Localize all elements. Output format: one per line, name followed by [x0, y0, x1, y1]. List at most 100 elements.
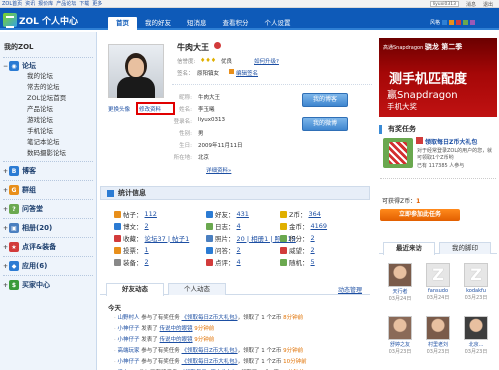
topbar-link-home[interactable]: ZOL首页 — [2, 0, 22, 7]
stat-value[interactable]: 2 — [311, 234, 315, 242]
sidebar-item-notebook-forum[interactable]: 笔记本论坛 — [0, 137, 96, 148]
task-link[interactable]: 领取每日Z币大礼包 — [425, 137, 477, 146]
visitor-card[interactable]: fansudo03月24日 — [426, 263, 450, 301]
my-blog-button[interactable]: 我的博客 — [302, 93, 348, 107]
visitor-name[interactable]: 村里老刘 — [426, 341, 450, 348]
visitor-name[interactable]: 北京... — [464, 341, 488, 348]
sidebar-section-forum[interactable]: − ◉ 论坛 — [0, 61, 96, 71]
stat-value[interactable]: 4 — [237, 222, 241, 230]
visitor-name[interactable]: 舒婷之友 — [388, 341, 412, 348]
feed-target-link[interactable]: 《领取每日Z币大礼包》 — [182, 348, 238, 354]
sidebar-section-album[interactable]: + ▣ 相册(20) — [0, 221, 96, 235]
more-profile-link[interactable]: 详细资料» — [206, 166, 231, 174]
topbar-username[interactable]: liyuxi0313 — [429, 1, 459, 7]
style-swatch-green[interactable] — [463, 20, 469, 25]
expand-icon[interactable]: + — [3, 206, 8, 213]
sidebar-section-qa[interactable]: + ? 问答堂 — [0, 202, 96, 216]
visitor-avatar[interactable] — [388, 316, 412, 340]
sidebar-section-group[interactable]: + G 群组 — [0, 183, 96, 197]
tab-recent-visitors[interactable]: 最近来访 — [383, 242, 435, 255]
stat-value[interactable]: 2 — [237, 246, 241, 254]
feed-target-link[interactable]: 《领取每日Z币大礼包》 — [182, 359, 238, 365]
visitor-avatar[interactable] — [426, 316, 450, 340]
feed-target-link[interactable]: 传说中的眼镜 — [160, 337, 193, 343]
style-swatch-purple[interactable] — [470, 20, 476, 25]
sidebar-item-product-forum[interactable]: 产品论坛 — [0, 104, 96, 115]
visitor-name[interactable]: 天行者 — [388, 288, 412, 295]
sidebar-section-blog[interactable]: + B 博客 — [0, 164, 96, 178]
stat-value[interactable]: 2 — [311, 246, 315, 254]
credit-label: 信誉度: — [177, 59, 196, 65]
visitor-card[interactable]: 天行者 03月24日 — [388, 263, 412, 302]
expand-icon[interactable]: + — [3, 168, 8, 175]
stat-value[interactable]: 4169 — [311, 222, 328, 230]
expand-icon[interactable]: + — [3, 282, 8, 289]
tab-friend-feed[interactable]: 好友动态 — [106, 283, 164, 296]
sidebar-item-phone-forum[interactable]: 手机论坛 — [0, 126, 96, 137]
stat-value[interactable]: 5 — [311, 258, 315, 266]
nav-settings[interactable]: 个人设置 — [257, 17, 299, 30]
change-avatar-link[interactable]: 更换头像 — [108, 105, 130, 113]
sidebar-item-forum-home[interactable]: ZOL论坛首页 — [0, 93, 96, 104]
feed-settings-link[interactable]: 动态管理 — [338, 285, 362, 294]
topbar-link-more[interactable]: 更多 — [92, 0, 102, 7]
feed-user-link[interactable]: 小神仔子 — [118, 326, 140, 332]
default-avatar-icon[interactable] — [426, 263, 450, 287]
stat-value[interactable]: 364 — [308, 210, 320, 218]
visitor-card[interactable]: 北京... 03月23日 — [464, 316, 488, 355]
stat-value[interactable]: 431 — [237, 210, 249, 218]
join-task-button[interactable]: 立即参加此任务 — [380, 209, 460, 221]
expand-icon[interactable]: + — [3, 244, 8, 251]
stat-value[interactable]: 112 — [145, 210, 157, 218]
sidebar-section-apps[interactable]: + ◆ 应用(6) — [0, 259, 96, 273]
sidebar-item-frequent-forum[interactable]: 常去的论坛 — [0, 82, 96, 93]
style-swatch-orange[interactable] — [449, 20, 455, 25]
nav-points[interactable]: 查看积分 — [215, 17, 257, 30]
edit-sign-link[interactable]: 编辑签名 — [236, 69, 258, 77]
stat-value[interactable]: 论坛37 | 帖子1 — [145, 233, 190, 243]
zol-logo[interactable]: ZOL 个人中心 — [3, 12, 78, 28]
feed-user-link[interactable]: 高端玩家 — [118, 348, 140, 354]
feed-target-link[interactable]: 《领取每日Z币大礼包》 — [182, 315, 238, 321]
default-avatar-icon[interactable] — [464, 263, 488, 287]
topbar-messages[interactable]: 消息 — [466, 1, 476, 8]
nav-messages[interactable]: 短消息 — [179, 17, 215, 30]
visitor-card[interactable]: 村里老刘 03月23日 — [426, 316, 450, 355]
sidebar-item-game-forum[interactable]: 游戏论坛 — [0, 115, 96, 126]
visitor-avatar[interactable] — [388, 263, 412, 287]
topbar-link-forum[interactable]: 产品论坛 — [56, 0, 76, 7]
feed-user-link[interactable]: 山野村人 — [118, 315, 140, 321]
topbar-logout[interactable]: 退出 — [483, 1, 493, 8]
upgrade-link[interactable]: 如何升级? — [254, 57, 279, 65]
nav-friends[interactable]: 我的好友 — [137, 17, 179, 30]
topbar-link-news[interactable]: 资讯 — [25, 0, 35, 7]
feed-user-link[interactable]: 小神仔子 — [118, 359, 140, 365]
visitor-card[interactable]: 舒婷之友 03月23日 — [388, 316, 412, 355]
topbar-link-download[interactable]: 下载 — [79, 0, 89, 7]
sidebar-item-my-forum[interactable]: 我的论坛 — [0, 71, 96, 82]
tab-personal-feed[interactable]: 个人动态 — [168, 283, 226, 295]
stat-value[interactable]: 1 — [145, 246, 149, 254]
stat-value[interactable]: 2 — [145, 258, 149, 266]
sidebar-section-review[interactable]: + ★ 点评&装备 — [0, 240, 96, 254]
feed-user-link[interactable]: 小神仔子 — [118, 337, 140, 343]
tab-my-footprints[interactable]: 我的脚印 — [439, 242, 491, 254]
expand-icon[interactable]: + — [3, 263, 8, 270]
feed-target-link[interactable]: 传说中的眼镜 — [160, 326, 193, 332]
visitor-avatar[interactable] — [464, 316, 488, 340]
field-realname: 姓名: 李玉曦 — [172, 105, 214, 113]
visitor-card[interactable]: kodakfu03月23日 — [464, 263, 488, 301]
sidebar-section-buyer[interactable]: + $ 买家中心 — [0, 278, 96, 292]
style-swatch-blue[interactable] — [442, 20, 448, 25]
expand-icon[interactable]: + — [3, 225, 8, 232]
stat-value[interactable]: 4 — [237, 258, 241, 266]
style-swatch-red[interactable] — [456, 20, 462, 25]
my-weibo-button[interactable]: 我的微博 — [302, 117, 348, 131]
expand-icon[interactable]: + — [3, 187, 8, 194]
collapse-icon[interactable]: − — [3, 63, 8, 70]
ad-banner[interactable]: 高通Snapdragon 骁龙 第二季 测手机匹配度 赢Snapdragon 手… — [379, 38, 497, 117]
nav-home[interactable]: 首页 — [108, 17, 137, 30]
sidebar-item-photo-forum[interactable]: 数码摄影论坛 — [0, 148, 96, 159]
stat-value[interactable]: 2 — [145, 222, 149, 230]
topbar-link-price[interactable]: 报价库 — [38, 0, 53, 7]
